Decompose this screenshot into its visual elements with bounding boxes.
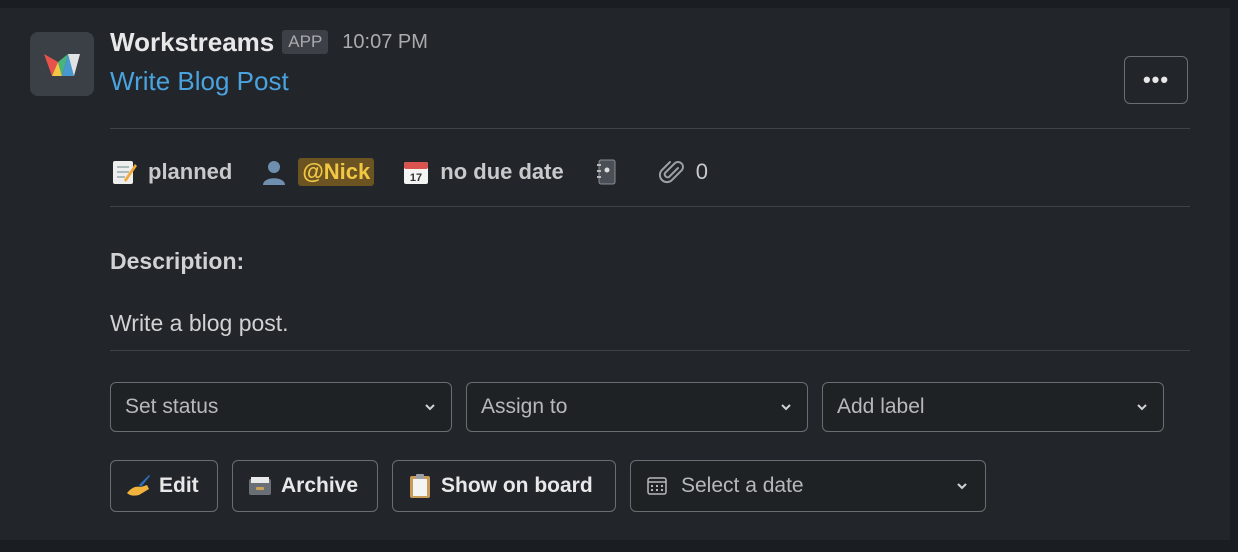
assignee-mention[interactable]: @Nick [298, 158, 375, 186]
divider [110, 128, 1190, 129]
more-icon: ••• [1142, 67, 1170, 92]
message-header: Workstreams APP 10:07 PM [110, 26, 428, 58]
archive-label: Archive [281, 474, 359, 497]
date-picker-placeholder: Select a date [681, 474, 804, 497]
message-container: Workstreams APP 10:07 PM Write Blog Post… [0, 8, 1230, 540]
calendar-icon: 17 [402, 158, 430, 186]
assign-to-select[interactable]: Assign to [466, 382, 808, 432]
add-label-placeholder: Add label [837, 395, 925, 418]
app-avatar[interactable] [30, 32, 94, 96]
memo-icon [110, 158, 138, 186]
divider [110, 206, 1190, 207]
archive-button[interactable]: Archive [232, 460, 378, 512]
svg-text:17: 17 [410, 172, 422, 184]
divider [110, 350, 1190, 351]
app-badge: APP [282, 30, 329, 54]
calendar-grid-icon [647, 477, 667, 495]
chevron-down-icon [425, 404, 435, 411]
attachments-meta: 0 [658, 158, 708, 186]
set-status-select[interactable]: Set status [110, 382, 452, 432]
more-actions-button[interactable]: ••• [1124, 56, 1188, 104]
notebook-meta [592, 158, 630, 186]
paperclip-icon [658, 158, 686, 186]
chevron-down-icon [1137, 404, 1147, 411]
edit-label: Edit [159, 474, 199, 497]
person-icon [260, 158, 288, 186]
notebook-icon [592, 158, 620, 186]
assignee-meta: @Nick [260, 158, 375, 186]
attachments-count: 0 [695, 159, 708, 184]
due-date-meta: 17 no due date [402, 158, 564, 186]
description-text: Write a blog post. [110, 310, 289, 336]
task-meta-row: planned @Nick 17 no due date 0 [110, 154, 736, 190]
description-label: Description: [110, 248, 245, 274]
clipboard-icon [407, 473, 433, 499]
task-title-link[interactable]: Write Blog Post [110, 66, 289, 97]
writing-hand-icon [125, 473, 151, 499]
card-file-box-icon [247, 473, 273, 499]
chevron-down-icon [957, 483, 967, 490]
show-on-board-label: Show on board [441, 474, 593, 497]
set-status-placeholder: Set status [125, 395, 219, 418]
edit-button[interactable]: Edit [110, 460, 218, 512]
workstreams-logo-icon [44, 54, 80, 76]
status-meta: planned [110, 158, 232, 186]
date-picker[interactable]: Select a date [630, 460, 986, 512]
status-text: planned [148, 159, 233, 184]
timestamp[interactable]: 10:07 PM [342, 31, 428, 54]
add-label-select[interactable]: Add label [822, 382, 1164, 432]
chevron-down-icon [781, 404, 791, 411]
show-on-board-button[interactable]: Show on board [392, 460, 616, 512]
due-date-text: no due date [440, 159, 564, 184]
app-name[interactable]: Workstreams [110, 27, 274, 58]
assign-to-placeholder: Assign to [481, 395, 568, 418]
